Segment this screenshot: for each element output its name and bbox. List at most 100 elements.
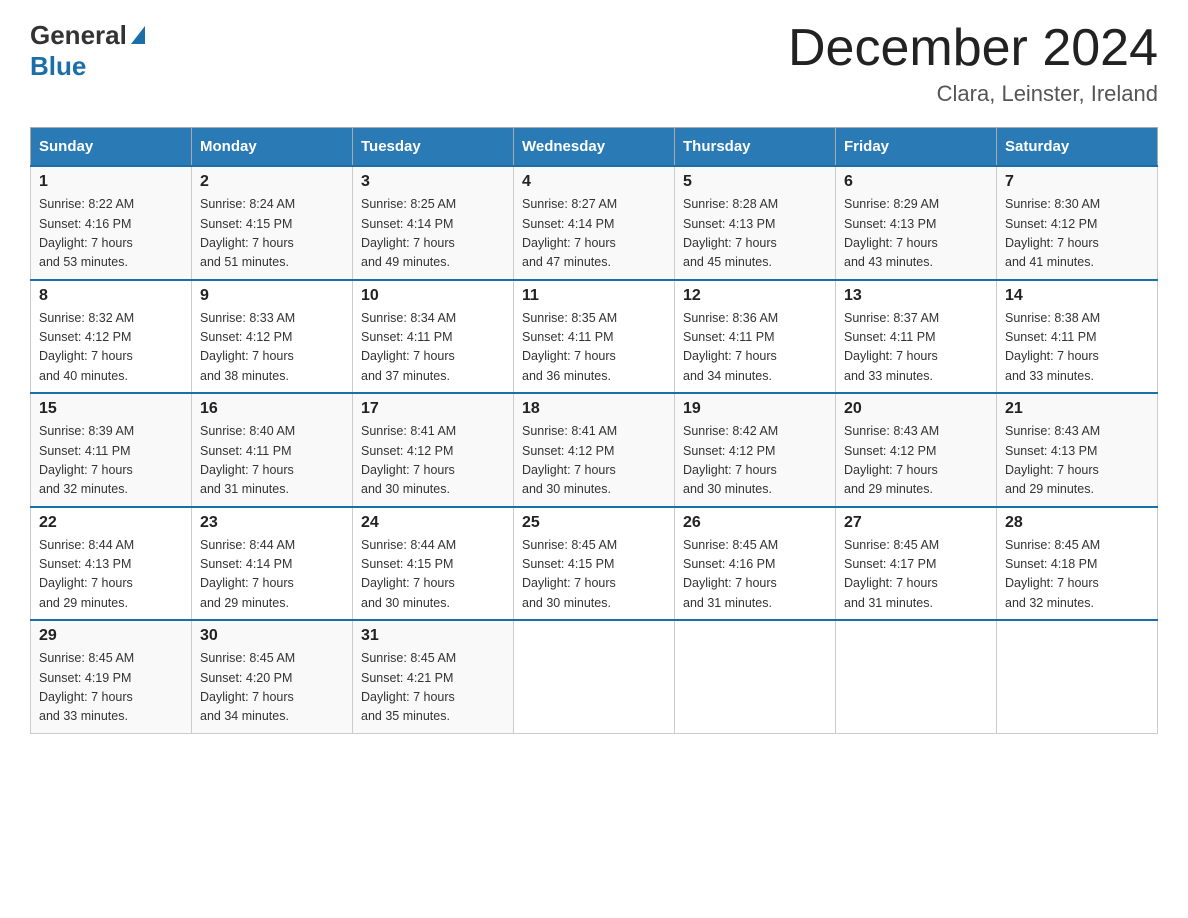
day-info: Sunrise: 8:25 AMSunset: 4:14 PMDaylight:…	[361, 195, 505, 273]
day-info: Sunrise: 8:29 AMSunset: 4:13 PMDaylight:…	[844, 195, 988, 273]
col-header-saturday: Saturday	[997, 128, 1158, 167]
calendar-cell: 10Sunrise: 8:34 AMSunset: 4:11 PMDayligh…	[353, 280, 514, 394]
day-info: Sunrise: 8:45 AMSunset: 4:19 PMDaylight:…	[39, 649, 183, 727]
day-number: 20	[844, 400, 988, 418]
day-number: 30	[200, 627, 344, 645]
day-info: Sunrise: 8:44 AMSunset: 4:14 PMDaylight:…	[200, 536, 344, 614]
col-header-tuesday: Tuesday	[353, 128, 514, 167]
calendar-cell: 12 Sunrise: 8:36 AMSunset: 4:11 PMDayligh…	[675, 280, 836, 394]
calendar-cell: 8Sunrise: 8:32 AMSunset: 4:12 PMDaylight…	[31, 280, 192, 394]
calendar-cell: 30 Sunrise: 8:45 AMSunset: 4:20 PMDayligh…	[192, 620, 353, 733]
day-info: Sunrise: 8:45 AMSunset: 4:16 PMDaylight:…	[683, 536, 827, 614]
week-row-4: 22Sunrise: 8:44 AMSunset: 4:13 PMDayligh…	[31, 507, 1158, 621]
day-number: 25	[522, 514, 666, 532]
day-info: Sunrise: 8:39 AMSunset: 4:11 PMDaylight:…	[39, 422, 183, 500]
day-info: Sunrise: 8:40 AMSunset: 4:11 PMDaylight:…	[200, 422, 344, 500]
day-number: 14	[1005, 287, 1149, 305]
day-info: Sunrise: 8:42 AMSunset: 4:12 PMDaylight:…	[683, 422, 827, 500]
col-header-monday: Monday	[192, 128, 353, 167]
day-number: 16	[200, 400, 344, 418]
calendar-cell: 18Sunrise: 8:41 AMSunset: 4:12 PMDayligh…	[514, 393, 675, 507]
calendar-cell: 9Sunrise: 8:33 AMSunset: 4:12 PMDaylight…	[192, 280, 353, 394]
day-number: 7	[1005, 173, 1149, 191]
col-header-wednesday: Wednesday	[514, 128, 675, 167]
location-subtitle: Clara, Leinster, Ireland	[788, 81, 1158, 107]
day-number: 23	[200, 514, 344, 532]
logo-general-text: General	[30, 20, 127, 51]
day-number: 18	[522, 400, 666, 418]
day-info: Sunrise: 8:45 AMSunset: 4:21 PMDaylight:…	[361, 649, 505, 727]
calendar-cell: 31 Sunrise: 8:45 AMSunset: 4:21 PMDayligh…	[353, 620, 514, 733]
page-header: General Blue December 2024 Clara, Leinst…	[30, 20, 1158, 107]
calendar-cell: 23 Sunrise: 8:44 AMSunset: 4:14 PMDayligh…	[192, 507, 353, 621]
col-header-friday: Friday	[836, 128, 997, 167]
day-number: 1	[39, 173, 183, 191]
day-number: 3	[361, 173, 505, 191]
calendar-cell: 11 Sunrise: 8:35 AMSunset: 4:11 PMDayligh…	[514, 280, 675, 394]
day-info: Sunrise: 8:34 AMSunset: 4:11 PMDaylight:…	[361, 309, 505, 387]
calendar-table: SundayMondayTuesdayWednesdayThursdayFrid…	[30, 127, 1158, 734]
week-row-3: 15 Sunrise: 8:39 AMSunset: 4:11 PMDayligh…	[31, 393, 1158, 507]
title-block: December 2024 Clara, Leinster, Ireland	[788, 20, 1158, 107]
day-info: Sunrise: 8:22 AMSunset: 4:16 PMDaylight:…	[39, 195, 183, 273]
calendar-cell: 6 Sunrise: 8:29 AMSunset: 4:13 PMDaylight…	[836, 166, 997, 280]
calendar-cell: 25 Sunrise: 8:45 AMSunset: 4:15 PMDayligh…	[514, 507, 675, 621]
day-number: 29	[39, 627, 183, 645]
day-number: 5	[683, 173, 827, 191]
day-number: 9	[200, 287, 344, 305]
day-info: Sunrise: 8:28 AMSunset: 4:13 PMDaylight:…	[683, 195, 827, 273]
calendar-cell: 15 Sunrise: 8:39 AMSunset: 4:11 PMDayligh…	[31, 393, 192, 507]
calendar-cell	[997, 620, 1158, 733]
calendar-cell: 19 Sunrise: 8:42 AMSunset: 4:12 PMDayligh…	[675, 393, 836, 507]
calendar-cell: 22Sunrise: 8:44 AMSunset: 4:13 PMDayligh…	[31, 507, 192, 621]
day-info: Sunrise: 8:24 AMSunset: 4:15 PMDaylight:…	[200, 195, 344, 273]
calendar-cell: 4Sunrise: 8:27 AMSunset: 4:14 PMDaylight…	[514, 166, 675, 280]
calendar-cell	[836, 620, 997, 733]
calendar-cell: 27 Sunrise: 8:45 AMSunset: 4:17 PMDayligh…	[836, 507, 997, 621]
calendar-cell: 21Sunrise: 8:43 AMSunset: 4:13 PMDayligh…	[997, 393, 1158, 507]
calendar-cell: 14Sunrise: 8:38 AMSunset: 4:11 PMDayligh…	[997, 280, 1158, 394]
day-number: 26	[683, 514, 827, 532]
calendar-header-row: SundayMondayTuesdayWednesdayThursdayFrid…	[31, 128, 1158, 167]
day-number: 11	[522, 287, 666, 305]
day-number: 15	[39, 400, 183, 418]
day-info: Sunrise: 8:45 AMSunset: 4:15 PMDaylight:…	[522, 536, 666, 614]
day-info: Sunrise: 8:45 AMSunset: 4:18 PMDaylight:…	[1005, 536, 1149, 614]
logo-arrow-icon	[131, 26, 145, 44]
day-info: Sunrise: 8:43 AMSunset: 4:13 PMDaylight:…	[1005, 422, 1149, 500]
week-row-2: 8Sunrise: 8:32 AMSunset: 4:12 PMDaylight…	[31, 280, 1158, 394]
day-number: 2	[200, 173, 344, 191]
calendar-cell: 13 Sunrise: 8:37 AMSunset: 4:11 PMDayligh…	[836, 280, 997, 394]
day-info: Sunrise: 8:43 AMSunset: 4:12 PMDaylight:…	[844, 422, 988, 500]
day-info: Sunrise: 8:41 AMSunset: 4:12 PMDaylight:…	[361, 422, 505, 500]
day-info: Sunrise: 8:35 AMSunset: 4:11 PMDaylight:…	[522, 309, 666, 387]
day-number: 12	[683, 287, 827, 305]
day-info: Sunrise: 8:45 AMSunset: 4:17 PMDaylight:…	[844, 536, 988, 614]
day-number: 24	[361, 514, 505, 532]
day-number: 19	[683, 400, 827, 418]
logo-blue-text: Blue	[30, 51, 86, 82]
day-info: Sunrise: 8:30 AMSunset: 4:12 PMDaylight:…	[1005, 195, 1149, 273]
month-title: December 2024	[788, 20, 1158, 77]
day-info: Sunrise: 8:27 AMSunset: 4:14 PMDaylight:…	[522, 195, 666, 273]
day-number: 8	[39, 287, 183, 305]
calendar-cell	[675, 620, 836, 733]
day-info: Sunrise: 8:45 AMSunset: 4:20 PMDaylight:…	[200, 649, 344, 727]
day-number: 27	[844, 514, 988, 532]
calendar-cell: 1 Sunrise: 8:22 AMSunset: 4:16 PMDaylight…	[31, 166, 192, 280]
day-number: 13	[844, 287, 988, 305]
day-number: 31	[361, 627, 505, 645]
logo: General Blue	[30, 20, 145, 82]
day-info: Sunrise: 8:44 AMSunset: 4:13 PMDaylight:…	[39, 536, 183, 614]
day-number: 6	[844, 173, 988, 191]
calendar-cell: 5 Sunrise: 8:28 AMSunset: 4:13 PMDaylight…	[675, 166, 836, 280]
day-info: Sunrise: 8:36 AMSunset: 4:11 PMDaylight:…	[683, 309, 827, 387]
calendar-cell: 29 Sunrise: 8:45 AMSunset: 4:19 PMDayligh…	[31, 620, 192, 733]
day-info: Sunrise: 8:37 AMSunset: 4:11 PMDaylight:…	[844, 309, 988, 387]
day-info: Sunrise: 8:44 AMSunset: 4:15 PMDaylight:…	[361, 536, 505, 614]
calendar-cell: 17Sunrise: 8:41 AMSunset: 4:12 PMDayligh…	[353, 393, 514, 507]
week-row-5: 29 Sunrise: 8:45 AMSunset: 4:19 PMDayligh…	[31, 620, 1158, 733]
calendar-cell: 2 Sunrise: 8:24 AMSunset: 4:15 PMDaylight…	[192, 166, 353, 280]
day-number: 28	[1005, 514, 1149, 532]
calendar-cell: 16 Sunrise: 8:40 AMSunset: 4:11 PMDayligh…	[192, 393, 353, 507]
